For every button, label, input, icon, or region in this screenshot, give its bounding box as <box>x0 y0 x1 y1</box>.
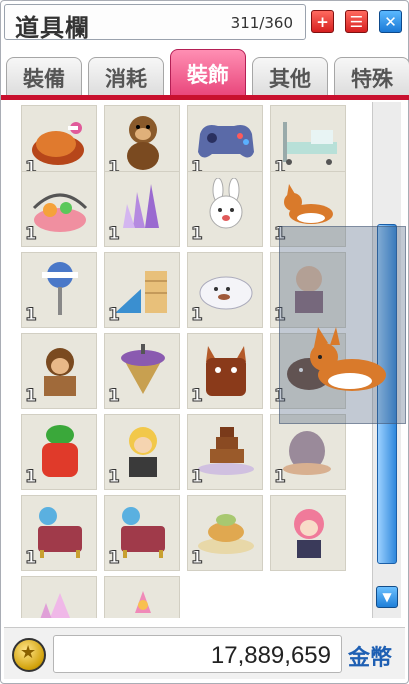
tab-etc[interactable]: 其他 <box>252 57 328 97</box>
item-slot[interactable]: 1 <box>187 414 263 490</box>
item-quantity: 1 <box>25 467 38 488</box>
currency-bar: 17,889,659 金幣 <box>4 627 405 679</box>
tab-special[interactable]: 特殊 <box>334 57 409 97</box>
spinning-top-icon <box>121 344 165 394</box>
item-quantity: 1 <box>191 467 204 488</box>
item-slot[interactable]: 1 <box>21 105 97 181</box>
hospital-bed-icon <box>283 122 337 165</box>
item-quantity: 1 <box>191 548 204 569</box>
purple-crystal-icon <box>123 184 159 228</box>
item-slot[interactable]: 1 <box>104 252 180 328</box>
title-box: 道具欄 311/360 <box>4 4 306 42</box>
pink-statue-icon <box>135 591 151 613</box>
item-quantity: 1 <box>108 386 121 407</box>
tab-underline <box>1 95 409 100</box>
monkey-plush-icon <box>127 116 159 170</box>
chevron-down-icon: ▼ <box>382 590 392 604</box>
bearded-warrior-icon <box>44 348 76 396</box>
item-slot[interactable]: 1 <box>21 333 97 409</box>
close-button[interactable]: ✕ <box>379 10 402 33</box>
item-quantity: 1 <box>108 548 121 569</box>
item-quantity: 1 <box>25 305 38 326</box>
item-slot[interactable]: 1 <box>104 333 180 409</box>
item-slot[interactable] <box>270 495 346 571</box>
window-title: 道具欄 <box>15 14 90 42</box>
fruit-basket-icon <box>32 193 88 232</box>
item-slot[interactable]: 1 <box>104 414 180 490</box>
item-quantity: 1 <box>191 386 204 407</box>
item-slot[interactable]: 1 <box>187 252 263 328</box>
tab-equip[interactable]: 裝備 <box>6 57 82 97</box>
item-slot[interactable]: 1 <box>21 495 97 571</box>
plus-icon: + <box>316 12 329 31</box>
item-slot[interactable]: 1 <box>187 495 263 571</box>
item-quantity: 1 <box>108 305 121 326</box>
item-slot[interactable] <box>21 576 97 618</box>
blond-boy-icon <box>129 427 157 477</box>
item-slot[interactable]: 1 <box>187 333 263 409</box>
meso-coin-icon <box>12 638 46 672</box>
inventory-window: 道具欄 311/360 + ☰ ✕ 裝備 消耗 裝飾 其他 特殊 1 1 1 1… <box>0 0 409 684</box>
item-slot[interactable]: 1 <box>21 171 97 247</box>
item-quantity: 1 <box>25 386 38 407</box>
sandwich-plate-icon <box>198 514 254 554</box>
game-controller-icon <box>198 125 254 158</box>
tab-bar: 裝備 消耗 裝飾 其他 特殊 <box>4 49 409 97</box>
item-quantity: 1 <box>191 224 204 245</box>
item-slot[interactable]: 1 <box>21 414 97 490</box>
carrot-plant-icon <box>42 425 78 477</box>
menu-icon: ☰ <box>349 12 364 31</box>
item-quantity: 1 <box>108 467 121 488</box>
white-seal-icon <box>199 276 253 310</box>
chocolate-fountain-icon <box>198 427 254 475</box>
bunny-egg-icon <box>283 431 331 475</box>
corgi-icon <box>310 327 386 391</box>
item-slot[interactable]: 1 <box>187 171 263 247</box>
item-quantity: 1 <box>25 224 38 245</box>
slot-count: 311/360 <box>230 14 293 32</box>
meso-amount-box: 17,889,659 <box>53 635 342 673</box>
expand-button[interactable]: + <box>311 10 334 33</box>
roast-chicken-icon <box>32 122 84 165</box>
drag-preview <box>279 226 406 424</box>
close-icon: ✕ <box>384 12 397 31</box>
bunny-plush-icon <box>209 178 243 229</box>
item-slot[interactable]: 1 <box>104 171 180 247</box>
pink-hair-girl-icon <box>294 509 324 558</box>
title-bar[interactable]: 道具欄 311/360 + ☰ ✕ <box>4 4 405 42</box>
meso-amount: 17,889,659 <box>210 642 331 669</box>
menu-button[interactable]: ☰ <box>345 10 368 33</box>
pink-crystal-icon <box>40 593 70 618</box>
shark-slide-icon <box>115 271 167 313</box>
item-slot[interactable]: 1 <box>270 105 346 181</box>
bus-stop-sign-icon <box>42 262 78 315</box>
item-slot[interactable]: 1 <box>104 105 180 181</box>
item-quantity: 1 <box>108 224 121 245</box>
fox-doll-icon <box>206 346 246 396</box>
tab-decoration[interactable]: 裝飾 <box>170 49 246 97</box>
meso-label: 金幣 <box>348 646 393 671</box>
item-slot[interactable]: 1 <box>187 105 263 181</box>
item-slot[interactable]: 1 <box>21 252 97 328</box>
tab-use[interactable]: 消耗 <box>88 57 164 97</box>
item-quantity: 1 <box>25 548 38 569</box>
item-slot[interactable] <box>104 576 180 618</box>
item-quantity: 1 <box>274 467 287 488</box>
scroll-down-button[interactable]: ▼ <box>376 586 398 608</box>
item-quantity: 1 <box>191 305 204 326</box>
blue-cat-chair-icon <box>121 507 165 558</box>
blue-cat-chair-icon <box>38 507 82 558</box>
item-slot[interactable]: 1 <box>104 495 180 571</box>
item-slot[interactable]: 1 <box>270 414 346 490</box>
